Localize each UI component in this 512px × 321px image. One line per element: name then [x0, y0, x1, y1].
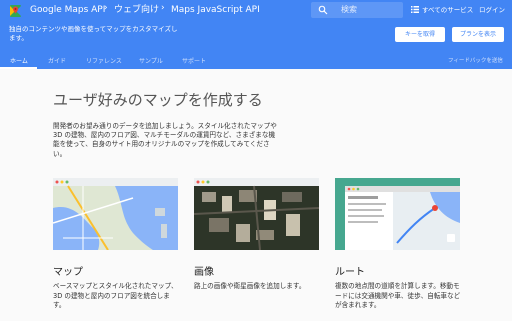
tab-guide[interactable]: ガイド — [48, 56, 66, 65]
satellite-illustration — [194, 178, 319, 250]
all-services-label: すべてのサービス — [422, 6, 474, 14]
menu-grid-icon — [411, 6, 419, 13]
feedback-link[interactable]: フィードバックを送信 — [448, 56, 503, 64]
view-plans-button[interactable]: プランを表示 — [452, 27, 504, 42]
tab-reference[interactable]: リファレンス — [86, 56, 122, 65]
page-title: ユーザ好みのマップを作成する — [53, 91, 263, 109]
breadcrumb-google-maps-api[interactable]: Google Maps API — [30, 4, 105, 16]
login-link[interactable]: ログイン — [479, 4, 505, 14]
search-icon — [318, 5, 328, 15]
chevron-right-icon: › — [104, 3, 108, 13]
directions-card-title[interactable]: ルート — [335, 263, 365, 278]
tab-support[interactable]: サポート — [182, 56, 206, 65]
app-header: Google Maps API › ウェブ向け › Maps JavaScrip… — [0, 0, 512, 69]
directions-illustration — [335, 178, 460, 250]
maps-card-title[interactable]: マップ — [53, 263, 83, 278]
all-services-button[interactable]: すべてのサービス — [411, 4, 473, 14]
imagery-card-text: 路上の画像や衛星画像を追加します。 — [194, 282, 306, 290]
tab-samples[interactable]: サンプル — [139, 56, 163, 65]
directions-card-text: 複数の地点間の道順を計算します。移動モードには交通機関や車、徒歩、自転車などが含… — [335, 282, 461, 309]
tab-home[interactable]: ホーム — [10, 56, 28, 65]
active-tab-indicator — [0, 67, 37, 69]
maps-logo-icon[interactable] — [9, 4, 22, 18]
maps-card-image[interactable] — [53, 178, 178, 250]
header-description: 独自のコンテンツや画像を使ってマップをカスタマイズします。 — [9, 25, 178, 42]
search-box[interactable]: 検索 — [311, 2, 403, 18]
intro-text: 開発者のお望み通りのデータを追加しましょう。スタイル化されたマップや 3D の建… — [53, 122, 277, 158]
search-input[interactable]: 検索 — [341, 4, 357, 15]
chevron-right-icon: › — [161, 3, 165, 13]
imagery-card-image[interactable] — [194, 178, 319, 250]
maps-card-text: ベースマップとスタイル化されたマップ、3D の建物と屋内のフロア図を統合します。 — [53, 282, 178, 309]
breadcrumb-maps-javascript-api[interactable]: Maps JavaScript API — [171, 4, 260, 16]
map-illustration — [53, 178, 178, 250]
breadcrumb-web[interactable]: ウェブ向け — [114, 4, 159, 16]
imagery-card-title[interactable]: 画像 — [194, 263, 214, 278]
directions-card-image[interactable] — [335, 178, 460, 250]
get-key-button[interactable]: キーを取得 — [395, 27, 445, 42]
